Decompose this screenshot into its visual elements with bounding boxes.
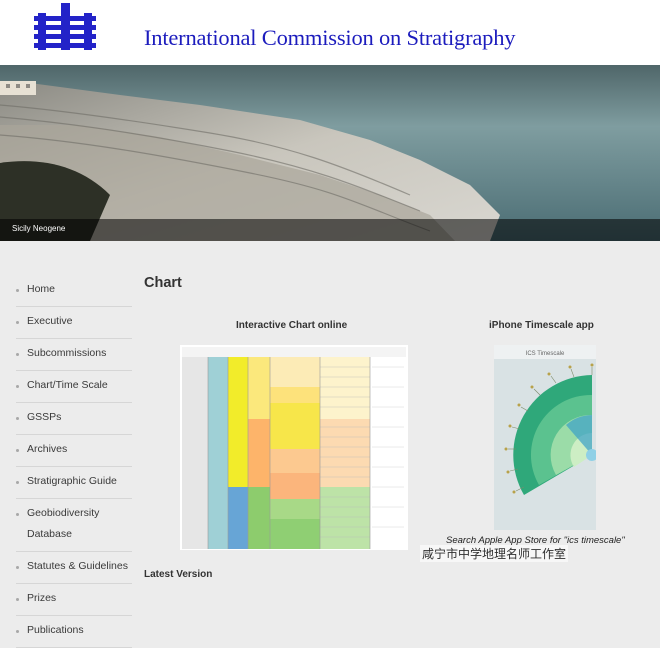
timescale-app-thumbnail[interactable]: ICS Timescale bbox=[494, 345, 596, 530]
ics-logo-icon[interactable] bbox=[32, 3, 98, 53]
site-header: International Commission on Stratigraphy bbox=[0, 0, 660, 65]
wechat-watermark: 咸宁市中学地理名师工作室 bbox=[420, 545, 569, 562]
sidebar-item-gssps[interactable]: GSSPs bbox=[16, 403, 132, 435]
sidebar-nav: Home Executive Subcommissions Chart/Time… bbox=[16, 275, 132, 648]
sidebar-item-stratigraphic-guide[interactable]: Stratigraphic Guide bbox=[16, 467, 132, 499]
chronostratigraphic-chart-thumbnail[interactable] bbox=[180, 345, 408, 550]
site-title[interactable]: International Commission on Stratigraphy bbox=[144, 25, 516, 51]
sidebar-item-archives[interactable]: Archives bbox=[16, 435, 132, 467]
latest-version-heading: Latest Version bbox=[144, 569, 213, 580]
page-title: Chart bbox=[144, 275, 182, 291]
sidebar-item-chart-time-scale[interactable]: Chart/Time Scale bbox=[16, 371, 132, 403]
banner-caption-bar: Sicily Neogene bbox=[0, 219, 660, 241]
sidebar-item-geobiodiversity-database[interactable]: Geobiodiversity Database bbox=[16, 499, 132, 552]
sidebar-item-prizes[interactable]: Prizes bbox=[16, 584, 132, 616]
app-title-text: ICS Timescale bbox=[526, 351, 565, 357]
sidebar-item-subcommissions[interactable]: Subcommissions bbox=[16, 339, 132, 371]
sidebar-item-publications[interactable]: Publications bbox=[16, 616, 132, 648]
sidebar-item-executive[interactable]: Executive bbox=[16, 307, 132, 339]
banner-image: Sicily Neogene bbox=[0, 65, 660, 241]
banner-caption: Sicily Neogene bbox=[12, 224, 66, 233]
sidebar-item-home[interactable]: Home bbox=[16, 275, 132, 307]
sidebar-item-statutes-guidelines[interactable]: Statutes & Guidelines bbox=[16, 552, 132, 584]
iphone-app-heading[interactable]: iPhone Timescale app bbox=[489, 320, 594, 331]
interactive-chart-heading[interactable]: Interactive Chart online bbox=[236, 320, 347, 331]
